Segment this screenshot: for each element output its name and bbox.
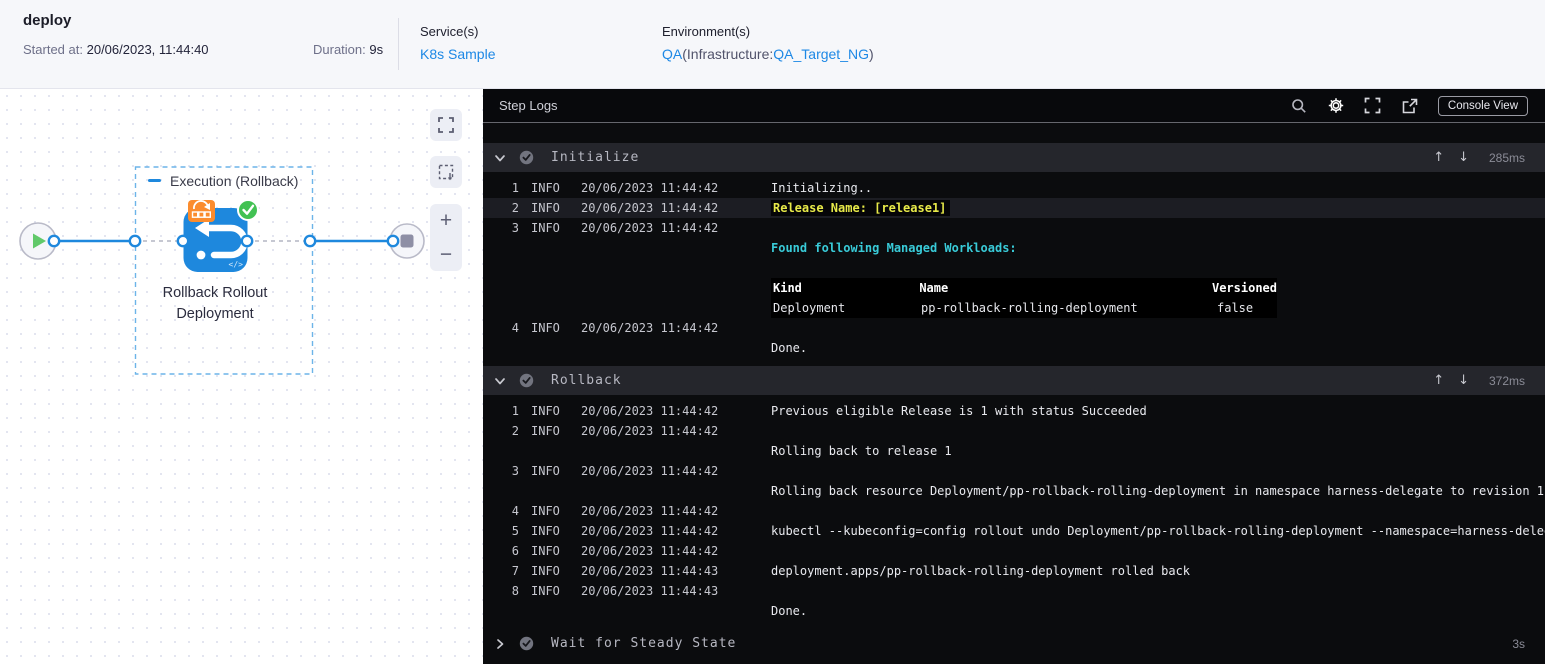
log-line[interactable]: 4 INFO 20/06/2023 11:44:42	[483, 318, 1545, 338]
zoom-in-button[interactable]: +	[440, 210, 452, 231]
console-view-button[interactable]: Console View	[1437, 95, 1528, 116]
log-line[interactable]: Rolling back to release 1	[483, 441, 1545, 461]
service-link[interactable]: K8s Sample	[420, 46, 495, 62]
console-title: Step Logs	[499, 98, 558, 113]
chevron-down-icon[interactable]	[494, 152, 506, 164]
section-duration: 372ms	[1488, 373, 1525, 388]
duration-value: 9s	[369, 42, 384, 57]
section-duration: 3s	[1512, 636, 1525, 651]
success-check-icon	[237, 199, 259, 221]
log-line[interactable]: Rolling back resource Deployment/pp-roll…	[483, 481, 1545, 501]
node-label-line1: Rollback Rollout	[163, 285, 268, 301]
log-line[interactable]: Done.	[483, 338, 1545, 358]
code-icon: </>	[229, 260, 244, 269]
chevron-right-icon[interactable]	[494, 638, 506, 650]
log-line[interactable]: 3 INFO 20/06/2023 11:44:42	[483, 218, 1545, 238]
environments-block: Environment(s) QA(Infrastructure:QA_Targ…	[662, 24, 874, 62]
search-icon[interactable]	[1290, 97, 1308, 115]
log-line[interactable]: 8 INFO 20/06/2023 11:44:43	[483, 581, 1545, 601]
fullscreen-icon	[438, 117, 454, 133]
section-header-initialize[interactable]: Initialize ↑ ↓ 285ms	[483, 143, 1545, 172]
workloads-table: Kind Name Versioned Deployment pp-rollback-…	[771, 278, 1277, 318]
scroll-down-icon[interactable]: ↓	[1458, 373, 1469, 388]
scroll-up-icon[interactable]: ↑	[1433, 150, 1444, 165]
log-line[interactable]: 7 INFO 20/06/2023 11:44:43 deployment.apps/…	[483, 561, 1545, 581]
rollback-dot-icon	[196, 250, 206, 260]
section-title: Wait for Steady State	[551, 636, 737, 651]
chevron-down-icon[interactable]	[494, 375, 506, 387]
step-logs-panel: Step Logs Console View Initialize ↑ ↓ 28…	[483, 89, 1545, 664]
duration-label: Duration:	[313, 42, 366, 57]
step-success-icon	[519, 373, 534, 388]
log-line[interactable]: 1 INFO 20/06/2023 11:44:42 Initializing..	[483, 178, 1545, 198]
node-label-line2: Deployment	[176, 306, 253, 322]
section-duration: 285ms	[1488, 150, 1525, 165]
external-link-icon[interactable]	[1401, 97, 1419, 115]
stop-icon	[400, 234, 414, 248]
section-header-rollback[interactable]: Rollback ↑ ↓ 372ms	[483, 366, 1545, 395]
canvas-fullscreen-button[interactable]	[430, 109, 462, 141]
environments-label: Environment(s)	[662, 24, 751, 39]
workloads-table-header: Kind Name Versioned	[771, 278, 1277, 298]
canvas-select-button[interactable]	[430, 156, 462, 188]
group-collapse-dash-icon[interactable]	[148, 179, 161, 182]
log-line-highlighted[interactable]: 2 INFO 20/06/2023 11:44:42 Release Name: [r…	[483, 198, 1545, 218]
section-body-initialize: 1 INFO 20/06/2023 11:44:42 Initializing.. 2…	[483, 172, 1545, 366]
step-success-icon	[519, 150, 534, 165]
scroll-down-icon[interactable]: ↓	[1458, 150, 1469, 165]
started-label: Started at:	[23, 42, 83, 57]
console-log-area[interactable]: Initialize ↑ ↓ 285ms 1 INFO 20/06/2023 11:…	[483, 122, 1545, 664]
canvas-zoom-controls: + −	[430, 204, 462, 271]
log-line[interactable]: 6 INFO 20/06/2023 11:44:42	[483, 541, 1545, 561]
section-header-wait-for-steady-state[interactable]: Wait for Steady State 3s	[483, 629, 1545, 658]
marquee-select-icon	[438, 164, 453, 180]
page-title: deploy	[23, 12, 72, 29]
pipeline-graph: Execution (Rollback) </> Rollback Rollou…	[19, 166, 425, 375]
log-line[interactable]: Done.	[483, 601, 1545, 621]
pipeline-canvas[interactable]: Execution (Rollback) </> Rollback Rollou…	[0, 89, 483, 664]
execution-header: deploy Started at: 20/06/2023, 11:44:40 …	[0, 0, 1545, 89]
duration: Duration: 9s	[313, 42, 383, 57]
console-header: Step Logs Console View	[483, 89, 1545, 122]
header-divider	[398, 18, 399, 70]
log-line[interactable]: 3 INFO 20/06/2023 11:44:42	[483, 461, 1545, 481]
section-title: Initialize	[551, 150, 640, 165]
scroll-up-icon[interactable]: ↑	[1433, 373, 1444, 388]
services-label: Service(s)	[420, 24, 479, 39]
log-line[interactable]: 1 INFO 20/06/2023 11:44:42 Previous eligibl…	[483, 401, 1545, 421]
services-block: Service(s) K8s Sample	[420, 24, 495, 62]
environment-link[interactable]: QA(Infrastructure:QA_Target_NG)	[662, 46, 874, 62]
section-body-rollback: 1 INFO 20/06/2023 11:44:42 Previous eligibl…	[483, 395, 1545, 629]
log-line-blank	[483, 258, 1545, 278]
step-success-icon	[519, 636, 534, 651]
gear-icon[interactable]	[1327, 97, 1345, 115]
section-title: Rollback	[551, 373, 622, 388]
expand-logs-icon[interactable]	[1364, 97, 1382, 115]
log-line[interactable]: 2 INFO 20/06/2023 11:44:42	[483, 421, 1545, 441]
log-line[interactable]: 5 INFO 20/06/2023 11:44:42 kubectl --kubeco…	[483, 521, 1545, 541]
log-line[interactable]: Found following Managed Workloads:	[483, 238, 1545, 258]
started-value: 20/06/2023, 11:44:40	[86, 42, 209, 57]
log-line[interactable]: 4 INFO 20/06/2023 11:44:42	[483, 501, 1545, 521]
table-row: Deployment pp-rollback-rolling-deployment…	[771, 298, 1277, 318]
zoom-out-button[interactable]: −	[440, 244, 452, 265]
rolling-badge-icon	[188, 200, 215, 222]
execution-group-label: Execution (Rollback)	[170, 173, 298, 189]
started-at: Started at: 20/06/2023, 11:44:40	[23, 42, 209, 57]
